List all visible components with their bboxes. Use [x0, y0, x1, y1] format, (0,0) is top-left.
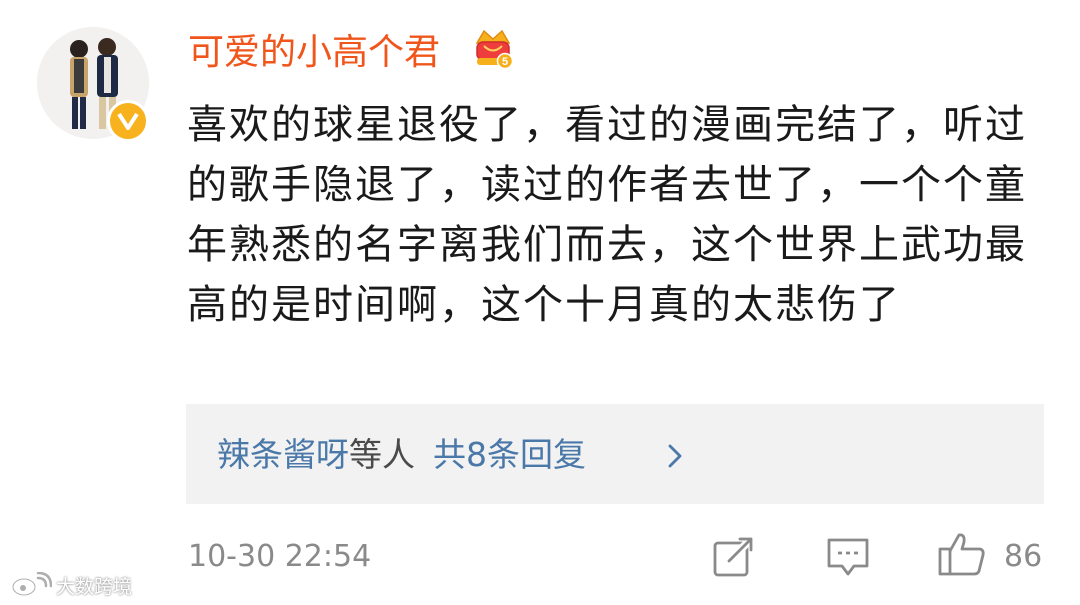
verified-badge-icon: [107, 100, 149, 142]
crown-vip-icon[interactable]: 5: [472, 25, 514, 73]
chevron-right-icon: [668, 444, 682, 468]
username[interactable]: 可爱的小高个君: [188, 28, 440, 78]
watermark-text: 大数跨境: [56, 575, 133, 598]
comment-timestamp: 10-30 22:54: [188, 539, 372, 574]
reply-others-label: 等人: [349, 435, 415, 474]
watermark: 大数跨境: [10, 569, 132, 601]
thumbs-up-icon[interactable]: [938, 531, 986, 577]
replies-panel[interactable]: 辣条酱呀等人 共8条回复: [186, 404, 1044, 504]
comment-text: 喜欢的球星退役了，看过的漫画完结了，听过的歌手隐退了，读过的作者去世了，一个个童…: [187, 102, 1027, 328]
weibo-logo-icon: [11, 572, 52, 597]
vip-level-label: 5: [502, 56, 508, 68]
reply-count-link[interactable]: 共8条回复: [433, 435, 586, 474]
like-count: 86: [1004, 539, 1043, 574]
share-icon[interactable]: [713, 537, 755, 577]
comment-icon[interactable]: [826, 537, 870, 577]
reply-author-link[interactable]: 辣条酱呀: [217, 435, 349, 474]
